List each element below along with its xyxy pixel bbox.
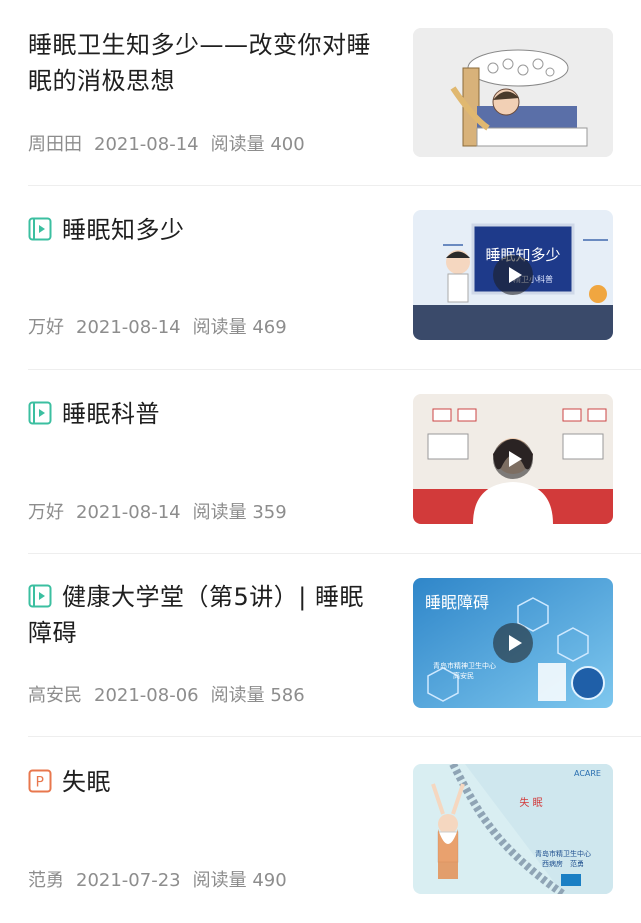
item-title-text: 睡眠知多少 [62, 216, 185, 244]
video-play-square-icon [28, 401, 52, 425]
thumbnail-doctor-talk-video[interactable] [413, 394, 613, 524]
author: 高安民 [28, 685, 82, 706]
view-count: 阅读量 359 [192, 502, 287, 523]
slides-cover-author: 西病房 范勇 [542, 859, 584, 868]
item-title-text: 健康大学堂（第5讲）| 睡眠障碍 [28, 583, 364, 647]
article-list: 睡眠卫生知多少——改变你对睡眠的消极思想 周田田 2021-08-14 阅读量 40… [0, 0, 641, 923]
publish-date: 2021-07-23 [76, 870, 181, 891]
item-title-text: 睡眠科普 [62, 400, 160, 428]
slides-cover-image: ACARE 失 眠 青岛市精卫生中心 西病房 范勇 [413, 764, 613, 894]
play-button-icon[interactable] [493, 623, 533, 663]
thumbnail-sleep-disorder-video[interactable]: 睡眠障碍 青岛市精神卫生中心 高安民 [413, 578, 613, 708]
sleep-illustration-image [413, 28, 613, 157]
item-meta: 万好 2021-08-14 阅读量 359 [28, 502, 299, 524]
list-item-video-1[interactable]: 睡眠知多少 万好 2021-08-14 阅读量 469 睡眠知多少 精卫小科普 [28, 186, 641, 370]
video-play-square-icon [28, 217, 52, 241]
title-wrap: 睡眠卫生知多少——改变你对睡眠的消极思想 [28, 27, 388, 99]
thumbnail-insomnia-slides[interactable]: ACARE 失 眠 青岛市精卫生中心 西病房 范勇 [413, 764, 613, 894]
video-play-square-icon [28, 584, 52, 608]
video-cover-subtitle: 青岛市精神卫生中心 [433, 661, 496, 670]
play-button-icon[interactable] [493, 439, 533, 479]
item-meta: 高安民 2021-08-06 阅读量 586 [28, 685, 317, 707]
view-count: 阅读量 586 [210, 685, 305, 706]
author: 万好 [28, 502, 64, 523]
item-title: 健康大学堂（第5讲）| 睡眠障碍 [28, 579, 388, 651]
item-title: 睡眠知多少 [28, 212, 388, 248]
publish-date: 2021-08-06 [94, 685, 199, 706]
slides-cover-title: 失 眠 [519, 796, 542, 809]
publish-date: 2021-08-14 [94, 134, 199, 155]
list-item-article-1[interactable]: 睡眠卫生知多少——改变你对睡眠的消极思想 周田田 2021-08-14 阅读量 40… [28, 0, 641, 186]
item-meta: 周田田 2021-08-14 阅读量 400 [28, 134, 317, 156]
publish-date: 2021-08-14 [76, 317, 181, 338]
title-wrap: 健康大学堂（第5讲）| 睡眠障碍 [28, 579, 388, 651]
list-item-video-3[interactable]: 健康大学堂（第5讲）| 睡眠障碍 高安民 2021-08-06 阅读量 586 [28, 554, 641, 737]
view-count: 阅读量 469 [192, 317, 287, 338]
item-meta: 范勇 2021-07-23 阅读量 490 [28, 870, 299, 892]
publish-date: 2021-08-14 [76, 502, 181, 523]
play-button-icon[interactable] [493, 255, 533, 295]
list-item-ppt-1[interactable]: P 失眠 范勇 2021-07-23 阅读量 490 ACARE 失 眠 青岛市精卫… [28, 737, 641, 923]
p-square-icon: P [28, 769, 52, 793]
title-wrap: P 失眠 [28, 764, 388, 800]
item-title-text: 失眠 [62, 768, 111, 796]
view-count: 阅读量 400 [210, 134, 305, 155]
title-wrap: 睡眠知多少 [28, 212, 388, 248]
svg-text:P: P [36, 775, 45, 791]
video-cover-title: 睡眠障碍 [425, 593, 489, 612]
item-title: 睡眠科普 [28, 396, 388, 432]
thumbnail-sleep-illustration[interactable] [413, 28, 613, 157]
item-meta: 万好 2021-08-14 阅读量 469 [28, 317, 299, 339]
author: 万好 [28, 317, 64, 338]
title-wrap: 睡眠科普 [28, 396, 388, 432]
author: 周田田 [28, 134, 82, 155]
video-cover-speaker: 高安民 [453, 671, 474, 680]
list-item-video-2[interactable]: 睡眠科普 万好 2021-08-14 阅读量 359 [28, 370, 641, 554]
slides-cover-subtitle: 青岛市精卫生中心 [535, 849, 591, 858]
view-count: 阅读量 490 [192, 870, 287, 891]
item-title: P 失眠 [28, 764, 388, 800]
item-title: 睡眠卫生知多少——改变你对睡眠的消极思想 [28, 31, 371, 95]
author: 范勇 [28, 870, 64, 891]
thumbnail-sleep-knowledge-video[interactable]: 睡眠知多少 精卫小科普 [413, 210, 613, 340]
slides-logo-text: ACARE [574, 769, 601, 778]
